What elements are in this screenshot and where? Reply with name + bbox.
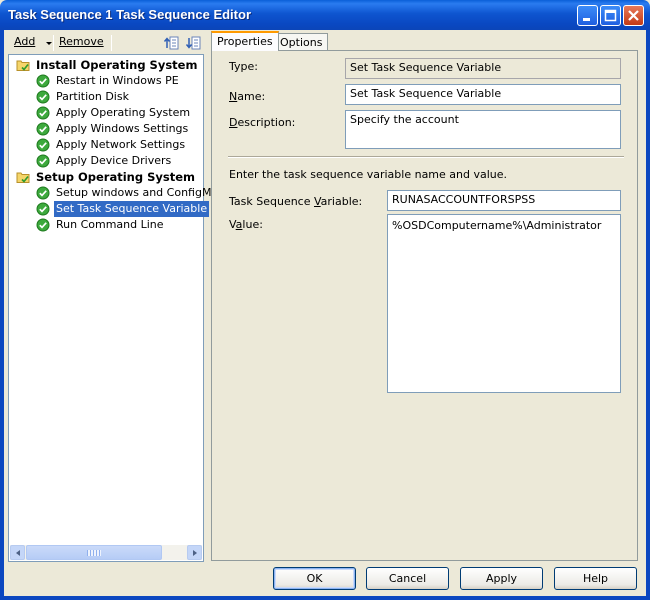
close-icon <box>628 10 639 21</box>
type-label: Type: <box>229 60 258 73</box>
horizontal-scrollbar[interactable] <box>10 545 202 560</box>
tree-item-label: Apply Network Settings <box>56 138 186 151</box>
name-field[interactable]: Set Task Sequence Variable <box>345 84 621 105</box>
tree-item-label: Setup windows and ConfigMgr <box>56 186 223 199</box>
scrollbar-thumb[interactable] <box>26 545 162 560</box>
check-icon <box>36 186 50 200</box>
scroll-right-button[interactable] <box>187 545 202 560</box>
tab-properties[interactable]: Properties <box>211 31 279 51</box>
window-border-bottom <box>0 596 650 600</box>
tree-item-label: Install Operating System <box>36 58 198 72</box>
description-field[interactable]: Specify the account <box>345 110 621 149</box>
close-button[interactable] <box>623 5 644 26</box>
check-icon <box>36 122 50 136</box>
tree-item-label: Setup Operating System <box>36 170 196 184</box>
minimize-icon <box>583 18 590 21</box>
minimize-button[interactable] <box>577 5 598 26</box>
check-icon <box>36 106 50 120</box>
move-down-icon[interactable] <box>185 35 201 51</box>
chevron-right-icon <box>193 550 197 556</box>
check-icon <box>36 90 50 104</box>
title-bar[interactable]: Task Sequence 1 Task Sequence Editor <box>0 0 650 30</box>
check-icon <box>36 218 50 232</box>
ts-variable-field[interactable]: RUNASACCOUNTFORSPSS <box>387 190 621 211</box>
instruction-text: Enter the task sequence variable name an… <box>229 168 508 181</box>
check-icon <box>36 74 50 88</box>
tree-toolbar: Add Remove <box>8 33 204 53</box>
tree-item-label: Run Command Line <box>56 218 164 231</box>
folder-icon <box>16 60 30 71</box>
properties-panel: Type: Set Task Sequence Variable Name: S… <box>211 50 638 561</box>
chevron-left-icon <box>16 550 20 556</box>
toolbar-separator <box>111 35 112 51</box>
scroll-left-button[interactable] <box>10 545 25 560</box>
ok-button[interactable]: OK <box>273 567 356 590</box>
dropdown-arrow-icon[interactable] <box>46 42 52 45</box>
ts-variable-label: Task Sequence Variable: <box>229 195 363 208</box>
move-up-icon[interactable] <box>163 35 179 51</box>
grip-icon <box>87 550 101 556</box>
window-border-right <box>646 30 650 600</box>
maximize-icon <box>604 9 617 22</box>
tree-item-label: Apply Windows Settings <box>56 122 189 135</box>
remove-label: Remove <box>59 35 104 48</box>
value-label: Value: <box>229 218 263 231</box>
task-sequence-tree[interactable]: Install Operating System Restart in Wind… <box>8 54 223 562</box>
add-label: Add <box>14 35 36 48</box>
folder-icon <box>16 172 30 183</box>
cancel-button[interactable]: Cancel <box>366 567 449 590</box>
maximize-button[interactable] <box>600 5 621 26</box>
divider <box>228 156 624 158</box>
tree-item-label: Apply Operating System <box>56 106 191 119</box>
toolbar-separator <box>53 35 54 51</box>
name-label: Name: <box>229 90 266 103</box>
tree-item-label: Partition Disk <box>56 90 129 103</box>
check-icon <box>36 138 50 152</box>
remove-button[interactable]: Remove <box>59 35 104 48</box>
check-icon <box>36 202 50 216</box>
window-border-left <box>0 30 4 600</box>
apply-button[interactable]: Apply <box>460 567 543 590</box>
help-button[interactable]: Help <box>554 567 637 590</box>
tree-item-label: Set Task Sequence Variable <box>54 201 210 217</box>
window-title: Task Sequence 1 Task Sequence Editor <box>8 7 252 22</box>
check-icon <box>36 154 50 168</box>
value-field[interactable]: %OSDComputername%\Administrator <box>387 214 621 393</box>
tree-item-label: Apply Device Drivers <box>56 154 172 167</box>
tree-item-label: Restart in Windows PE <box>56 74 179 87</box>
add-menu-button[interactable]: Add <box>14 35 35 48</box>
description-label: Description: <box>229 116 296 129</box>
type-field: Set Task Sequence Variable <box>345 58 621 79</box>
